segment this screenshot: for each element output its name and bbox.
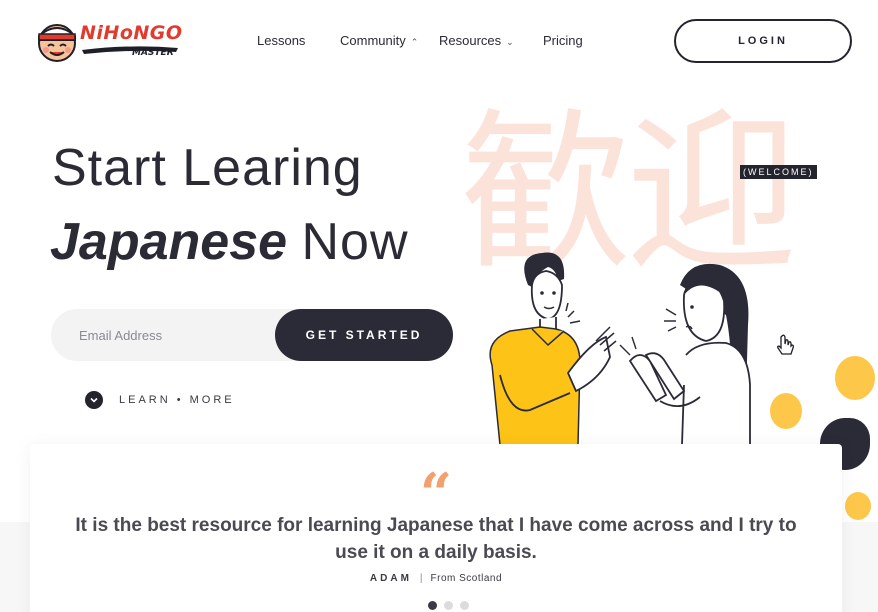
- nav-item-label: Pricing: [543, 33, 583, 48]
- learn-more-label: LEARN • MORE: [119, 394, 235, 406]
- testimonial-quote: It is the best resource for learning Jap…: [75, 515, 797, 563]
- girl-figure: [619, 263, 751, 445]
- nav-item-resources[interactable]: Resources ⌄: [439, 33, 514, 48]
- carousel-dot[interactable]: [460, 601, 469, 610]
- testimonial-author: ADAM | From Scotland: [30, 573, 842, 584]
- author-separator: |: [419, 573, 423, 584]
- hero-title-emphasis: Japanese: [50, 213, 288, 271]
- boy-figure: [489, 252, 617, 445]
- chevron-up-icon: ⌃: [410, 37, 419, 47]
- carousel-dots: [428, 601, 469, 610]
- decor-blob-yellow: [835, 356, 875, 400]
- nav-item-label: Resources: [439, 33, 502, 48]
- nav-item-label: Community: [340, 33, 406, 48]
- nav-item-community[interactable]: Community ⌃: [340, 33, 418, 48]
- get-started-button[interactable]: GET STARTED: [275, 309, 453, 361]
- decor-blob-yellow: [845, 492, 871, 520]
- hero-title-rest: Now: [301, 213, 409, 271]
- chevron-down-icon: ⌄: [506, 37, 514, 47]
- author-origin: From Scotland: [430, 573, 503, 584]
- carousel-dot[interactable]: [428, 601, 437, 610]
- signup-form: GET STARTED: [51, 309, 453, 361]
- nav-item-lessons[interactable]: Lessons: [257, 33, 305, 48]
- decor-blob-yellow: [770, 393, 802, 429]
- testimonial-card: “ It is the best resource for learning J…: [30, 444, 842, 612]
- hero-illustration: [489, 252, 751, 445]
- author-name: ADAM: [369, 573, 412, 584]
- login-button[interactable]: LOGIN: [674, 19, 852, 63]
- email-field[interactable]: [79, 309, 269, 361]
- site-logo[interactable]: NiHoNGO MASTER: [34, 16, 184, 66]
- hero-title-line1: Start Learing: [52, 139, 363, 197]
- hero-title-line2: Japanese Now: [50, 212, 409, 272]
- welcome-badge: (WELCOME): [740, 165, 817, 179]
- hand-cursor-icon: [777, 334, 794, 355]
- logo-wordmark: NiHoNGO: [80, 22, 183, 44]
- site-header: NiHoNGO MASTER Lessons Community ⌃ Resour…: [0, 0, 878, 82]
- learn-more-link[interactable]: LEARN • MORE: [85, 391, 235, 409]
- chevron-down-icon: [85, 391, 103, 409]
- nav-item-label: Lessons: [257, 33, 306, 48]
- logo-mascot-icon: [38, 24, 76, 62]
- carousel-dot[interactable]: [444, 601, 453, 610]
- logo-subtext: MASTER: [132, 48, 174, 58]
- nav-item-pricing[interactable]: Pricing: [543, 33, 583, 48]
